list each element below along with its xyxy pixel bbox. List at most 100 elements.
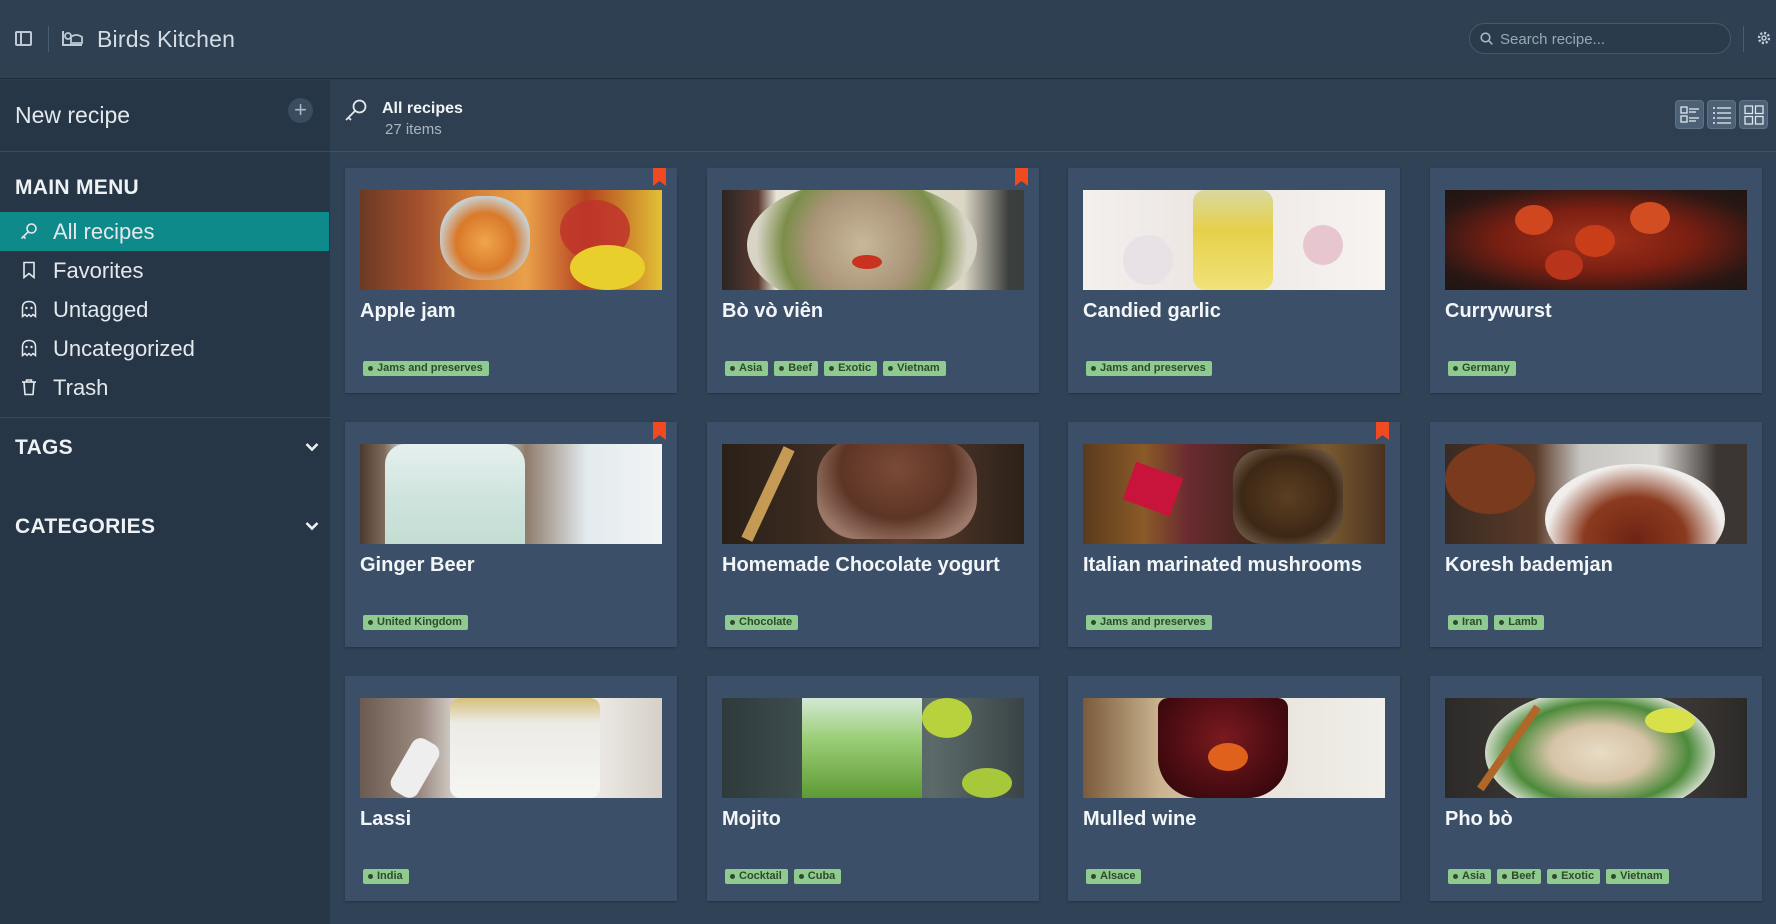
recipe-card[interactable]: Lassi India [345,676,677,901]
sidebar-item-trash[interactable]: Trash [0,368,329,407]
tag-badge[interactable]: Cuba [793,869,842,884]
view-grid-button[interactable] [1739,100,1768,129]
sidebar-item-all-recipes[interactable]: All recipes [0,212,329,251]
recipe-name: Italian marinated mushrooms [1083,554,1362,576]
recipe-card[interactable]: Bò vò viên Asia Beef Exotic Vietnam [707,168,1039,393]
ghost-icon [21,339,37,357]
item-count: 27 items [385,121,442,138]
sidebar-item-untagged[interactable]: Untagged [0,290,329,329]
recipe-tags: Asia Beef Exotic Vietnam [725,361,946,376]
recipe-name: Ginger Beer [360,554,475,576]
recipe-card[interactable]: Koresh bademjan Iran Lamb [1430,422,1762,647]
recipe-card[interactable]: Mulled wine Alsace [1068,676,1400,901]
list-detail-icon [1680,106,1699,123]
tag-badge[interactable]: Exotic [1547,869,1601,884]
tag-badge[interactable]: Jams and preserves [363,361,489,376]
sidebar-toggle-icon[interactable] [15,31,32,46]
sidebar-item-favorites[interactable]: Favorites [0,251,329,290]
recipe-name: Currywurst [1445,300,1552,322]
recipe-tags: United Kingdom [363,615,468,630]
chevron-down-icon[interactable] [305,442,319,452]
tag-badge[interactable]: Vietnam [1606,869,1669,884]
bird-logo-icon [62,31,83,46]
favorite-bookmark-icon [653,168,666,186]
ghost-icon [21,300,37,318]
recipe-photo [360,698,662,798]
tag-badge[interactable]: United Kingdom [363,615,468,630]
tag-badge[interactable]: Iran [1448,615,1489,630]
recipe-photo [360,190,662,290]
search-box[interactable] [1469,23,1731,54]
recipe-name: Candied garlic [1083,300,1221,322]
recipe-name: Homemade Chocolate yogurt [722,554,1000,576]
top-bar: Birds Kitchen [0,0,1776,79]
categories-section-title[interactable]: CATEGORIES [15,515,155,539]
tag-badge[interactable]: Beef [1497,869,1542,884]
tag-badge[interactable]: Germany [1448,361,1516,376]
divider [1743,26,1744,52]
tag-badge[interactable]: Lamb [1494,615,1544,630]
recipe-card[interactable]: Apple jam Jams and preserves [345,168,677,393]
tag-badge[interactable]: Vietnam [883,361,946,376]
gear-icon[interactable] [1756,30,1772,46]
recipe-tags: Chocolate [725,615,799,630]
recipe-card[interactable]: Candied garlic Jams and preserves [1068,168,1400,393]
tag-badge[interactable]: India [363,869,409,884]
tag-badge[interactable]: Jams and preserves [1086,615,1212,630]
bookmark-icon [23,261,35,279]
tag-badge[interactable]: Beef [774,361,819,376]
recipe-name: Mojito [722,808,781,830]
sidebar: New recipe + MAIN MENU All recipes Favor… [0,80,330,924]
recipe-tags: Jams and preserves [1086,615,1212,630]
recipe-tags: India [363,869,409,884]
recipe-photo [1445,698,1747,798]
new-recipe-label: New recipe [15,102,131,128]
recipe-photo [722,190,1024,290]
recipe-tags: Germany [1448,361,1516,376]
recipe-name: Lassi [360,808,412,830]
recipe-card[interactable]: Pho bò Asia Beef Exotic Vietnam [1430,676,1762,901]
add-recipe-button[interactable]: + [288,98,313,123]
tag-badge[interactable]: Asia [725,361,769,376]
recipe-photo [722,444,1024,544]
recipe-tags: Jams and preserves [1086,361,1212,376]
key-icon [20,223,37,240]
recipe-name: Apple jam [360,300,456,322]
key-icon [345,99,367,121]
sidebar-item-label: Uncategorized [53,336,195,361]
tag-badge[interactable]: Exotic [824,361,878,376]
recipe-tags: Asia Beef Exotic Vietnam [1448,869,1669,884]
recipe-photo [722,698,1024,798]
chevron-down-icon[interactable] [305,521,319,531]
recipe-card[interactable]: Ginger Beer United Kingdom [345,422,677,647]
tag-badge[interactable]: Alsace [1086,869,1142,884]
sidebar-item-label: Favorites [53,258,144,283]
view-list-button[interactable] [1707,100,1736,129]
recipe-photo [1445,190,1747,290]
recipe-tags: Iran Lamb [1448,615,1544,630]
tag-badge[interactable]: Cocktail [725,869,788,884]
recipe-photo [360,444,662,544]
favorite-bookmark-icon [1015,168,1028,186]
main-menu-title: MAIN MENU [15,176,140,199]
recipe-card[interactable]: Italian marinated mushrooms Jams and pre… [1068,422,1400,647]
recipe-name: Koresh bademjan [1445,554,1613,576]
sidebar-item-label: Trash [53,375,109,400]
recipe-photo [1083,698,1385,798]
recipe-card[interactable]: Mojito Cocktail Cuba [707,676,1039,901]
tag-badge[interactable]: Jams and preserves [1086,361,1212,376]
recipe-name: Pho bò [1445,808,1513,830]
list-icon [1713,107,1731,124]
recipe-card[interactable]: Currywurst Germany [1430,168,1762,393]
sidebar-item-uncategorized[interactable]: Uncategorized [0,329,329,368]
grid-icon [1744,105,1764,125]
new-recipe-row[interactable]: New recipe + [0,80,330,152]
recipe-photo [1083,444,1385,544]
favorite-bookmark-icon [653,422,666,440]
tag-badge[interactable]: Asia [1448,869,1492,884]
tags-section-title[interactable]: TAGS [15,436,73,460]
view-compact-list-button[interactable] [1675,100,1704,129]
tag-badge[interactable]: Chocolate [725,615,799,630]
search-input[interactable] [1500,28,1720,50]
recipe-card[interactable]: Homemade Chocolate yogurt Chocolate [707,422,1039,647]
